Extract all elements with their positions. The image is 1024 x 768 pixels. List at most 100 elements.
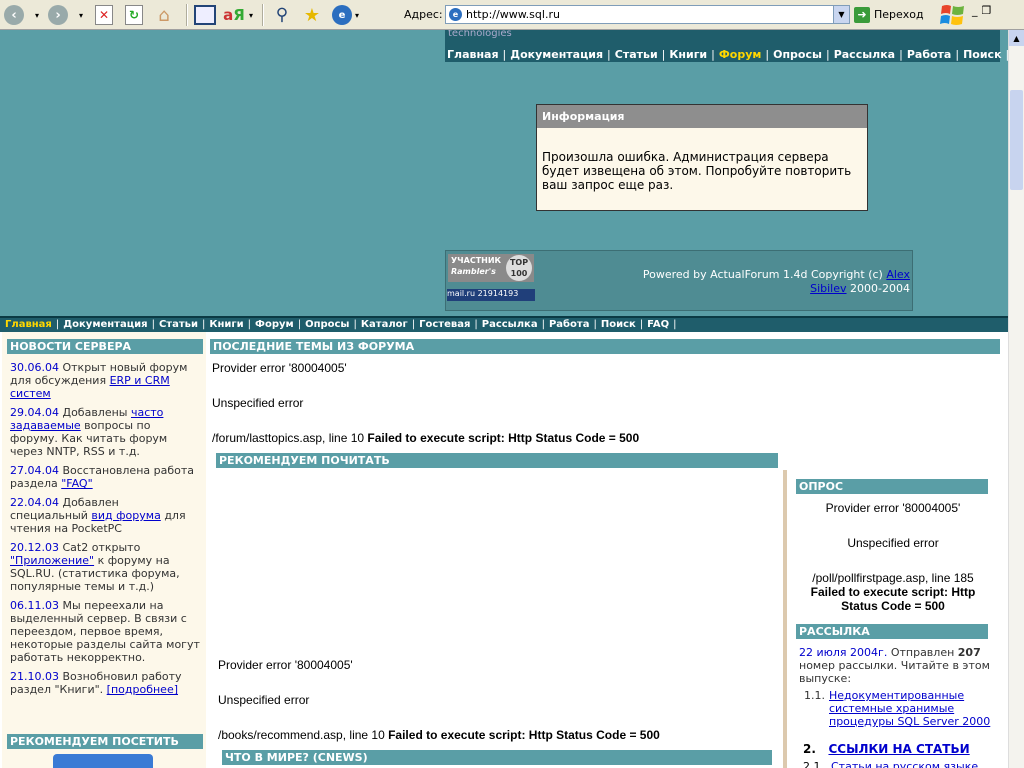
news-date: 06.11.03 (10, 599, 59, 612)
poll-title: ОПРОС (796, 479, 988, 494)
nav-separator: | (593, 319, 597, 330)
switch-icon[interactable] (193, 3, 217, 27)
top-nav-item[interactable]: Главная (447, 48, 499, 61)
links-item: 2. ССЫЛКИ НА СТАТЬИ (803, 742, 970, 756)
main-nav-item[interactable]: Форум (255, 319, 294, 330)
home-icon[interactable]: ⌂ (152, 3, 176, 27)
nav-separator: | (474, 319, 478, 330)
main-nav-item[interactable]: Гостевая (419, 319, 470, 330)
news-link[interactable]: вид форума (91, 509, 160, 522)
minimize-button[interactable]: _ (972, 4, 978, 17)
main-nav-item[interactable]: Книги (209, 319, 243, 330)
chevron-down-icon[interactable]: ▾ (76, 3, 86, 27)
nav-separator: | (353, 319, 357, 330)
nav-separator: | (639, 319, 644, 330)
rambler-line2: Rambler's (451, 267, 496, 276)
visit-banner-image[interactable] (53, 754, 153, 768)
header-area: technologies Главная | Документация | Статьи… (0, 30, 1008, 316)
info-message: Произошла ошибка. Администрация сервера … (542, 150, 852, 192)
mailing-sent: Отправлен (887, 646, 958, 659)
nav-separator: | (673, 319, 677, 330)
main-nav-item[interactable]: Опросы (305, 319, 349, 330)
chevron-down-icon[interactable]: ▼ (833, 6, 849, 23)
scroll-up-icon[interactable]: ▲ (1009, 30, 1024, 46)
error-path: /books/recommend.asp, line 10 (218, 728, 389, 742)
recommend-error-line3: /books/recommend.asp, line 10 Failed to … (218, 728, 660, 742)
top-nav-item[interactable]: Форум (719, 48, 762, 61)
news-link[interactable]: [подробнее] (107, 683, 178, 696)
media-icon[interactable]: e (330, 3, 354, 27)
main-nav-item[interactable]: Статьи (159, 319, 198, 330)
chevron-down-icon[interactable]: ▾ (32, 3, 42, 27)
main-nav-item[interactable]: Документация (63, 319, 147, 330)
top-nav: technologies Главная | Документация | Статьи… (445, 30, 1008, 62)
nav-separator: | (661, 48, 666, 61)
refresh-icon[interactable]: ↻ (122, 3, 146, 27)
news-list: 30.06.04 Открыт новый форум для обсужден… (10, 361, 200, 702)
mailru-counter[interactable]: mail.ru 21914193 (447, 289, 535, 301)
main-nav-item[interactable]: FAQ (647, 319, 669, 330)
stop-icon[interactable]: ✕ (92, 3, 116, 27)
recommend-error-line1: Provider error '80004005' (218, 658, 353, 672)
scroll-thumb[interactable] (1010, 90, 1023, 190)
info-dialog: Информация Произошла ошибка. Администрац… (536, 104, 868, 211)
forward-icon[interactable]: › (46, 3, 70, 27)
poll-error-line1: Provider error '80004005' (825, 501, 961, 515)
news-text: Cat2 открыто (58, 541, 141, 554)
chevron-down-icon[interactable]: ▾ (352, 3, 362, 27)
top-nav-item[interactable]: Книги (669, 48, 707, 61)
mailing-rest: номер рассылки. Читайте в этом выпуске: (799, 659, 990, 685)
error-path: /poll/pollfirstpage.asp, line 185 (812, 571, 974, 585)
mailing-item-link[interactable]: Недокументированные системные хранимые п… (829, 689, 991, 728)
nav-separator: | (711, 48, 715, 61)
back-icon[interactable]: ‹ (2, 3, 26, 27)
powered-box: УЧАСТНИК Rambler's TOP 100 mail.ru 21914… (445, 250, 913, 311)
ru-articles-link[interactable]: Статьи на русском языке (831, 760, 978, 768)
rambler-counter[interactable]: УЧАСТНИК Rambler's TOP 100 (448, 254, 534, 282)
news-link[interactable]: "Приложение" (10, 554, 94, 567)
news-link[interactable]: "FAQ" (61, 477, 92, 490)
favorites-icon[interactable]: ★ (300, 3, 324, 27)
top-nav-item[interactable]: Опросы (773, 48, 822, 61)
main-nav-item[interactable]: Работа (549, 319, 589, 330)
mailing-item-number: 1.1. (804, 689, 825, 702)
nav-separator: | (541, 319, 545, 330)
links-link[interactable]: ССЫЛКИ НА СТАТЬИ (828, 742, 969, 756)
mailing-body: 22 июля 2004г. Отправлен 207 номер рассы… (799, 646, 991, 732)
top-nav-item[interactable]: Рассылка (834, 48, 895, 61)
mailing-list: 1.1. Недокументированные системные храним… (799, 689, 991, 728)
search-icon[interactable]: ⚲ (270, 3, 294, 27)
top-nav-item[interactable]: Поиск (963, 48, 1001, 61)
news-item: 06.11.03 Мы переехали на выделенный серв… (10, 599, 200, 664)
cnews-title: ЧТО В МИРЕ? (CNEWS) (222, 750, 772, 765)
forum-error-line1: Provider error '80004005' (212, 361, 347, 375)
main-nav-item[interactable]: Поиск (601, 319, 636, 330)
chevron-down-icon[interactable]: ▾ (246, 3, 256, 27)
top-nav-item[interactable]: Статьи (615, 48, 658, 61)
main-nav-item[interactable]: Главная (5, 319, 52, 330)
error-path: /forum/lasttopics.asp, line 10 (212, 431, 368, 445)
forum-topics-title: ПОСЛЕДНИЕ ТЕМЫ ИЗ ФОРУМА (210, 339, 1000, 354)
mailing-date: 22 июля 2004г. (799, 646, 888, 659)
news-item: 20.12.03 Cat2 открыто "Приложение" к фор… (10, 541, 200, 593)
restore-button[interactable]: ❐ (982, 4, 992, 17)
main-nav-item[interactable]: Каталог (361, 319, 408, 330)
top-nav-item[interactable]: Работа (907, 48, 952, 61)
go-button[interactable]: ➜ Переход (854, 5, 924, 24)
tech-text: technologies (448, 30, 512, 39)
mailing-number: 207 (957, 646, 981, 659)
address-bar[interactable]: e http://www.sql.ru ▼ (445, 5, 850, 24)
vertical-scrollbar[interactable]: ▲ (1008, 30, 1024, 768)
address-url[interactable]: http://www.sql.ru (466, 8, 560, 21)
news-date: 30.06.04 (10, 361, 59, 374)
news-date: 27.04.04 (10, 464, 59, 477)
font-icon[interactable]: aЯ (222, 3, 246, 27)
main-nav-item[interactable]: Рассылка (482, 319, 538, 330)
news-item: 22.04.04 Добавлен специальный вид форума… (10, 496, 200, 535)
top-nav-item[interactable]: Документация (510, 48, 603, 61)
news-date: 22.04.04 (10, 496, 59, 509)
browser-toolbar: ‹ ▾ › ▾ ✕ ↻ ⌂ aЯ ▾ ⚲ ★ e ▾ Адрес: e http… (0, 0, 1024, 30)
window-controls: _ ❐ (972, 4, 991, 17)
links-number: 2. (803, 742, 816, 756)
go-arrow-icon: ➜ (854, 6, 870, 23)
